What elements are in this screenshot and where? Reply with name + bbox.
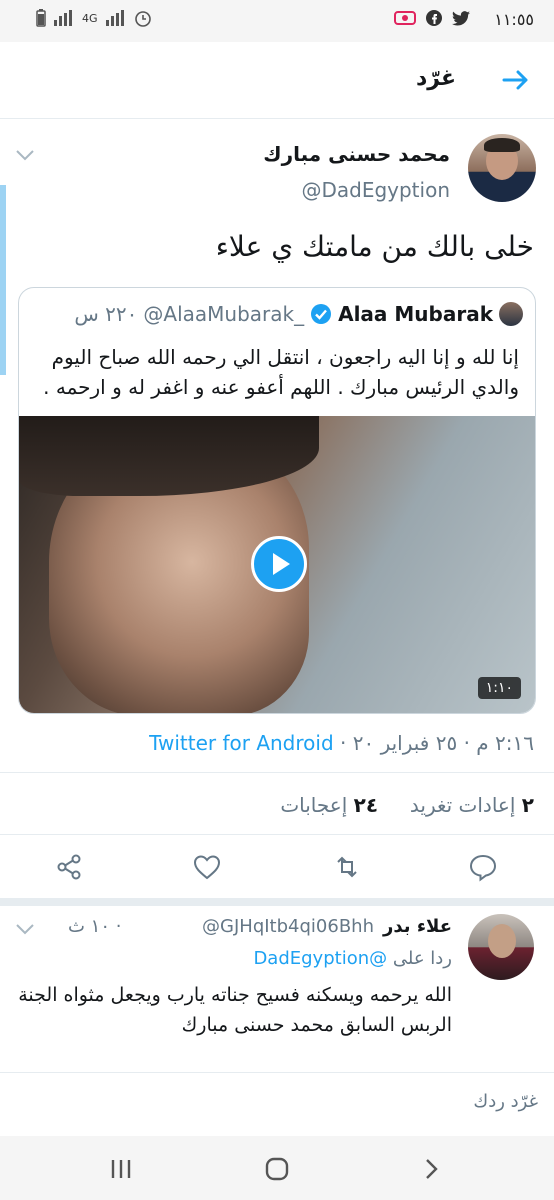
replying-mention[interactable]: @DadEgyption	[253, 948, 387, 969]
quoted-tweet-header: ٢٢٠ س @AlaaMubarak_ Alaa Mubarak	[74, 302, 523, 326]
play-button[interactable]	[251, 536, 307, 592]
back-icon[interactable]	[418, 1156, 444, 1182]
share-icon[interactable]	[54, 852, 84, 882]
battery-icon	[36, 9, 46, 27]
quoted-avatar	[499, 302, 523, 326]
recent-apps-icon[interactable]	[108, 1156, 134, 1182]
status-bar: 4G ١١:٥٥	[0, 0, 554, 42]
play-icon	[273, 553, 290, 575]
tweet-actions	[0, 846, 554, 890]
tweet-meta: ٢:١٦ م · ٢٥ فبراير ٢٠ · Twitter for Andr…	[149, 731, 534, 755]
reply-author-name: علاء بدر	[383, 916, 452, 937]
back-arrow-icon[interactable]	[500, 64, 532, 96]
retweets-stat[interactable]: ٢ إعادات تغريد	[410, 793, 534, 817]
reply-time: ١٠ ث ·	[68, 916, 122, 937]
likes-count: ٢٤	[353, 793, 379, 817]
cast-icon	[394, 11, 416, 25]
likes-stat[interactable]: ٢٤ إعجابات	[280, 793, 378, 817]
quoted-text: إنا لله و إنا اليه راجعون ، انتقل الي رح…	[43, 345, 519, 399]
quoted-handle: @AlaaMubarak_	[143, 302, 305, 326]
status-icons: 4G	[36, 9, 152, 27]
signal-icon-2	[105, 10, 124, 26]
reply-icon[interactable]	[468, 852, 498, 882]
avatar-face	[488, 924, 516, 958]
verified-badge-icon	[311, 304, 332, 324]
reply-author-avatar[interactable]	[468, 914, 534, 980]
app-header: غرّد	[0, 42, 554, 119]
reply-text: الله يرحمه ويسكنه فسيح جناته يارب ويجعل …	[18, 984, 452, 1036]
tweet-text: خلى بالك من مامتك ي علاء	[215, 230, 534, 263]
quoted-author-name: Alaa Mubarak	[338, 302, 493, 326]
chevron-down-icon[interactable]	[14, 148, 36, 162]
replying-to: ردا على @DadEgyption	[253, 948, 452, 969]
home-icon[interactable]	[264, 1156, 290, 1182]
thread-indicator	[0, 185, 6, 375]
page-title: غرّد	[415, 66, 456, 91]
clock: ١١:٥٥	[494, 10, 534, 29]
author-avatar[interactable]	[468, 134, 536, 202]
retweets-count: ٢	[521, 793, 534, 817]
video-thumbnail[interactable]: ١:١٠	[19, 416, 535, 713]
replying-prefix: ردا على	[392, 948, 452, 969]
like-icon[interactable]	[192, 852, 222, 882]
signal-icon	[54, 10, 72, 26]
divider	[0, 834, 554, 835]
divider	[0, 772, 554, 773]
retweets-label: إعادات تغريد	[409, 793, 516, 817]
system-nav-bar	[0, 1136, 554, 1200]
tweet-timestamp: ٢:١٦ م · ٢٥ فبراير ٢٠ ·	[340, 731, 534, 755]
tweet-stats: ٢ إعادات تغريد ٢٤ إعجابات	[280, 793, 534, 817]
quoted-time: ٢٢٠ س	[74, 302, 138, 326]
alarm-icon	[134, 11, 151, 27]
twitter-icon	[452, 10, 470, 26]
author-name[interactable]: محمد حسنى مبارك	[263, 142, 450, 166]
reply-tweet[interactable]: علاء بدر @GJHqItb4qi06Bhh ١٠ ث · ردا على…	[0, 900, 554, 1070]
facebook-icon	[426, 10, 442, 26]
chevron-down-icon[interactable]	[14, 922, 36, 936]
reply-author-handle: @GJHqItb4qi06Bhh	[202, 916, 374, 937]
video-duration: ١:١٠	[477, 677, 521, 699]
network-type: 4G	[82, 11, 98, 25]
author-handle[interactable]: @DadEgyption	[301, 178, 450, 202]
quoted-tweet[interactable]: ٢٢٠ س @AlaaMubarak_ Alaa Mubarak إنا لله…	[18, 287, 536, 714]
likes-label: إعجابات	[280, 793, 348, 817]
tweet-source[interactable]: Twitter for Android	[149, 731, 334, 755]
notification-icons	[394, 10, 470, 26]
reply-composer[interactable]: غرّد ردك	[0, 1072, 554, 1137]
compose-input[interactable]: غرّد ردك	[473, 1091, 538, 1112]
retweet-icon[interactable]	[332, 852, 362, 882]
avatar-hair	[484, 138, 520, 152]
